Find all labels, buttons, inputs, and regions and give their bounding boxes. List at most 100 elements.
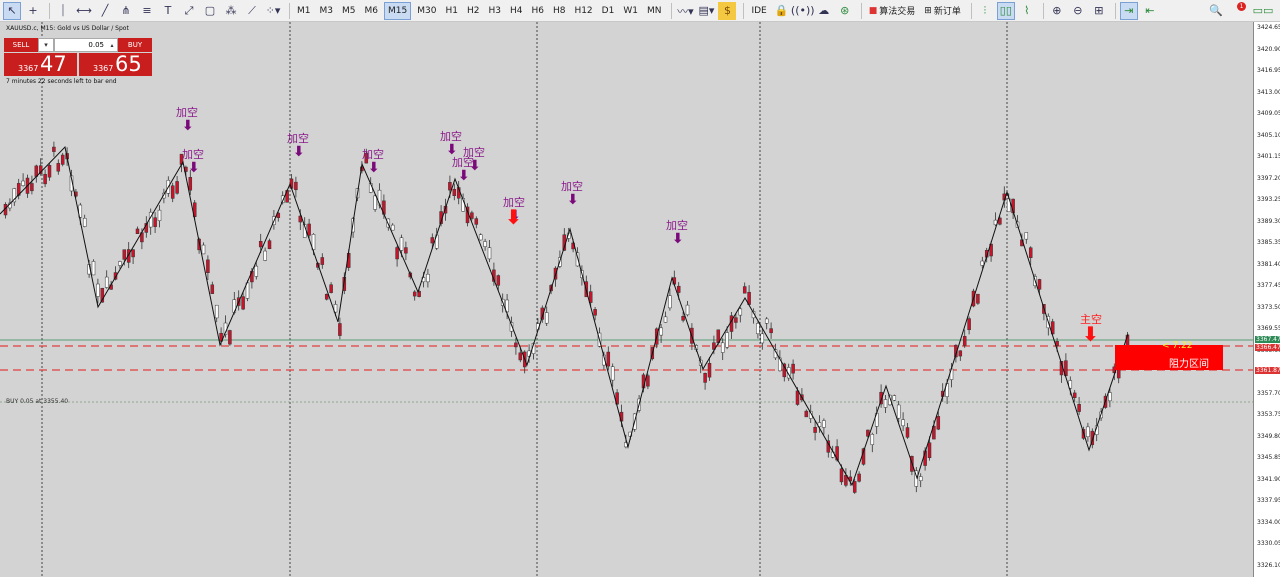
candle-down — [294, 181, 298, 191]
price-axis-label: 3405.10 — [1257, 131, 1280, 139]
candle-down — [267, 240, 272, 250]
line-chart-icon[interactable]: ⌇ — [1018, 2, 1036, 20]
timeframe-m1[interactable]: M1 — [294, 2, 314, 20]
templates-icon[interactable]: ▤▾ — [697, 2, 715, 20]
shapes-icon[interactable]: ⟋ — [243, 2, 261, 20]
price-axis-label: 3345.85 — [1257, 454, 1280, 461]
lot-field[interactable]: 0.05 ▴ — [54, 38, 118, 52]
sell-button[interactable]: SELL — [4, 38, 38, 52]
arrows-icon[interactable]: ⁂ — [222, 2, 240, 20]
market-icon[interactable]: $ — [718, 1, 737, 20]
candle-up — [483, 241, 487, 247]
timeframe-m15[interactable]: M15 — [384, 1, 412, 20]
battery-icon: ▭▭ — [1252, 4, 1274, 17]
lot-decrease-button[interactable]: ▾ — [38, 38, 54, 52]
chart-area[interactable]: XAUUSD.c, M15: Gold vs US Dollar / Spot … — [0, 22, 1253, 577]
candle-down — [474, 218, 479, 225]
grid-icon[interactable]: ⊞ — [1090, 2, 1108, 20]
timeframe-h3[interactable]: H3 — [485, 2, 504, 20]
crosshair-icon[interactable]: + — [24, 2, 42, 20]
candle-up — [892, 395, 897, 401]
timeframe-h8[interactable]: H8 — [550, 2, 569, 20]
down-arrow-icon: ⬇ — [567, 192, 579, 208]
pitchfork-icon[interactable]: ⋔ — [117, 2, 135, 20]
timeframe-h2[interactable]: H2 — [464, 2, 483, 20]
notifications-icon[interactable]: 1 — [1228, 1, 1246, 20]
timeframe-mn[interactable]: MN — [644, 2, 665, 20]
price-axis[interactable]: 3424.65 3420.90 3416.95 3413.00 3409.05 3405.… — [1253, 22, 1280, 577]
candle-down — [329, 284, 333, 293]
candle-down — [60, 154, 65, 165]
candle-up — [720, 342, 725, 353]
fib-icon[interactable]: ⤢ — [180, 2, 198, 20]
resistance-tag: < 7.22 — [1162, 341, 1193, 351]
trendline-icon[interactable]: ╱ — [96, 2, 114, 20]
text-tool-icon[interactable]: T — [159, 2, 177, 20]
candle-down — [470, 212, 474, 219]
cursor-icon[interactable]: ↖ — [3, 1, 21, 20]
buy-price-big: 65 — [115, 52, 142, 76]
bar-countdown: 7 minutes 22 seconds left to bar end — [6, 78, 117, 85]
candle-down — [936, 416, 941, 430]
candle-down — [976, 293, 980, 304]
current-price-tag: 3367.47 — [1255, 336, 1280, 343]
timeframe-h1[interactable]: H1 — [442, 2, 461, 20]
candle-down — [734, 317, 738, 323]
timeframe-h4[interactable]: H4 — [507, 2, 526, 20]
search-icon[interactable]: 🔍 — [1207, 2, 1225, 20]
algo-trading-label: 算法交易 — [879, 7, 916, 17]
candle-down — [791, 363, 795, 374]
candle-down — [857, 473, 861, 482]
chart-shift-icon[interactable]: ⇤ — [1141, 2, 1159, 20]
candle-down — [703, 373, 707, 383]
bar-chart-icon[interactable]: ⫶ — [976, 2, 994, 20]
hline-icon[interactable]: ⟷ — [75, 2, 93, 20]
price-axis-label: 3369.55 — [1257, 325, 1280, 332]
candle-up — [254, 265, 259, 277]
candle-down — [43, 173, 47, 185]
red-down-arrow-icon: ⬇ — [505, 205, 522, 229]
new-order-button[interactable]: ⊞ 新订单 — [921, 2, 964, 20]
separator — [970, 2, 972, 19]
indicators-icon[interactable]: 〰▾ — [676, 2, 694, 20]
sell-price[interactable]: 3367 47 — [4, 52, 77, 76]
zoom-out-icon[interactable]: ⊖ — [1069, 2, 1087, 20]
more-tools-icon[interactable]: ⁘▾ — [264, 2, 282, 20]
candle-down — [606, 351, 611, 367]
candle-down — [175, 181, 179, 194]
timeframe-h6[interactable]: H6 — [528, 2, 547, 20]
vline-icon[interactable]: ⏐ — [54, 2, 72, 20]
timeframe-m3[interactable]: M3 — [317, 2, 337, 20]
candles-icon[interactable]: ▯▯ — [996, 1, 1015, 20]
candle-up — [214, 304, 219, 319]
lot-spin-icon[interactable]: ▴ — [107, 42, 117, 49]
timeframe-m6[interactable]: M6 — [362, 2, 382, 20]
timeframe-w1[interactable]: W1 — [620, 2, 641, 20]
autoscroll-icon[interactable]: ⇥ — [1119, 1, 1138, 20]
timeframe-d1[interactable]: D1 — [599, 2, 618, 20]
lot-value[interactable]: 0.05 — [55, 41, 107, 49]
timeframe-h12[interactable]: H12 — [571, 2, 595, 20]
separator — [860, 2, 862, 19]
zoom-in-icon[interactable]: ⊕ — [1048, 2, 1066, 20]
buy-price[interactable]: 3367 65 — [79, 52, 152, 76]
candle-down — [241, 296, 245, 310]
cloud-icon[interactable]: ☁ — [815, 2, 833, 20]
vps-icon[interactable]: ⊛ — [836, 2, 854, 20]
timeframe-m30[interactable]: M30 — [414, 2, 439, 20]
signal-icon[interactable]: ((•)) — [791, 2, 815, 20]
ide-button[interactable]: IDE — [748, 2, 769, 20]
timeframe-m5[interactable]: M5 — [339, 2, 359, 20]
separator — [743, 2, 745, 19]
rectangle-icon[interactable]: ▢ — [201, 2, 219, 20]
candle-up — [21, 180, 25, 186]
lock-icon[interactable]: 🔒 — [773, 2, 791, 20]
candle-up — [104, 276, 109, 288]
candle-down — [967, 318, 971, 330]
buy-button[interactable]: BUY — [118, 38, 152, 52]
candle-up — [399, 237, 404, 251]
candle-up — [738, 308, 743, 316]
channel-icon[interactable]: ≡ — [138, 2, 156, 20]
algo-trading-button[interactable]: ■ 算法交易 — [866, 2, 919, 20]
candle-down — [56, 163, 61, 172]
